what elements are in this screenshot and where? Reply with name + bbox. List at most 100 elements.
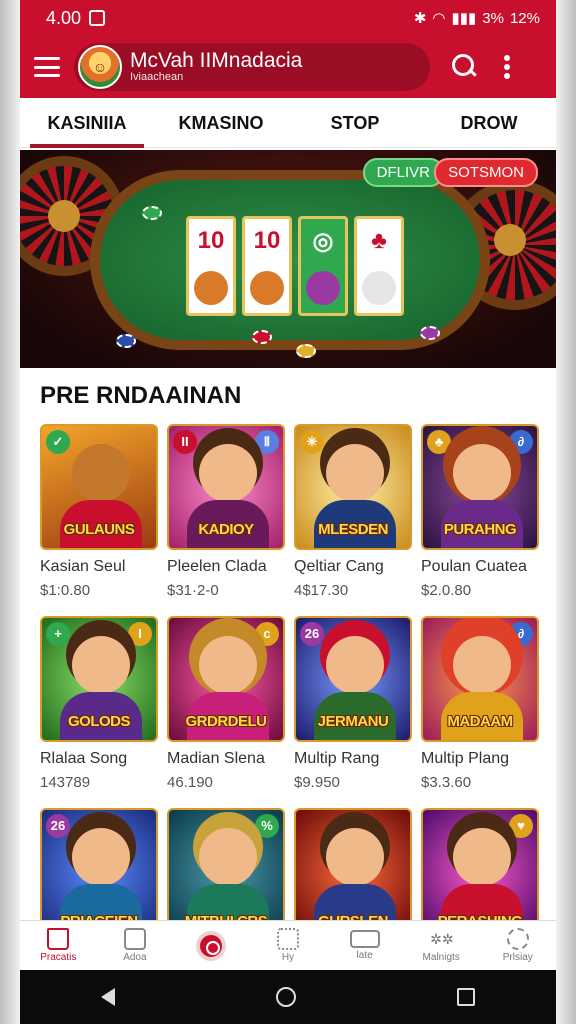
character-art <box>199 444 257 502</box>
nav-malnigts[interactable]: ✲✲ Malnigts <box>403 921 480 970</box>
game-tile[interactable]: II Ⅱ KADIOY Pleelen Clada $31·2-0 <box>167 424 285 599</box>
game-tile[interactable]: ♥ PERASHING <box>421 808 539 934</box>
game-thumbnail[interactable]: c GRDRDELU <box>167 616 285 742</box>
game-name: Qeltiar Cang <box>294 558 384 575</box>
ticket-icon <box>349 930 380 948</box>
system-navigation-bar <box>20 970 556 1024</box>
character-art <box>72 444 130 502</box>
game-name: Rlalaa Song <box>40 750 128 767</box>
game-price: $31·2-0 <box>167 582 219 599</box>
game-tile[interactable]: % MITBUI CRS <box>167 808 285 934</box>
chip-icon <box>116 334 136 348</box>
game-tile[interactable]: 26 JERMANU Multip Rang $9.950 <box>294 616 412 791</box>
app-logo: ☺ <box>78 45 122 89</box>
tab-kasiniia[interactable]: KASINIIA <box>20 98 154 148</box>
game-name: Pleelen Clada <box>167 558 267 575</box>
game-price: $9.950 <box>294 774 340 791</box>
game-thumbnail[interactable]: II Ⅱ KADIOY <box>167 424 285 550</box>
nav-late-label: late <box>356 950 373 961</box>
game-tile[interactable]: ✓ GULAUNS Kasian Seul $1:0.80 <box>40 424 158 599</box>
card-1: 10 <box>186 216 236 316</box>
game-tile[interactable]: + I GOLODS Rlalaa Song 143789 <box>40 616 158 791</box>
badge-icon: Ⅱ <box>255 430 279 454</box>
chip-icon <box>420 326 440 340</box>
clover-icon: ♣ <box>427 430 451 454</box>
game-logo-text: MLESDEN <box>318 521 388 538</box>
game-tile[interactable]: GURSLEN <box>294 808 412 934</box>
number-badge: 26 <box>300 622 324 646</box>
character-art <box>453 444 511 502</box>
game-price: $3.3.60 <box>421 774 472 791</box>
game-tile[interactable]: c GRDRDELU Madian Slena 46.190 <box>167 616 285 791</box>
tab-drow[interactable]: DROW <box>422 98 556 148</box>
nav-late[interactable]: late <box>326 921 403 970</box>
card-4-symbol: ♣ <box>371 227 387 254</box>
nav-hy[interactable]: Hy <box>250 921 327 970</box>
game-logo-text: JERMANU <box>317 713 389 730</box>
recents-icon[interactable] <box>457 988 476 1006</box>
character-art <box>326 828 384 886</box>
star-icon: ✳ <box>300 430 324 454</box>
game-logo-text: KADIOY <box>198 521 254 538</box>
bluetooth-icon: ✱ <box>413 10 427 27</box>
tab-kmasino[interactable]: KMASINO <box>154 98 288 148</box>
game-thumbnail[interactable]: ✓ GULAUNS <box>40 424 158 550</box>
number-badge: 26 <box>46 814 70 838</box>
search-icon[interactable] <box>452 54 478 80</box>
app-title-pill[interactable]: ☺ McVah IIMnadacia Iviaachean <box>74 43 430 91</box>
game-thumbnail[interactable]: % MITBUI CRS <box>167 808 285 934</box>
app-bar: ☺ McVah IIMnadacia Iviaachean <box>20 36 556 98</box>
game-tile[interactable]: ∂ MADAAM Multip Plang $3.3.60 <box>421 616 539 791</box>
nav-adoa-label: Adoa <box>123 952 147 963</box>
character-art <box>199 636 257 694</box>
game-name: Kasian Seul <box>40 558 126 575</box>
card-3: ◎ <box>298 216 348 316</box>
nav-center[interactable] <box>173 921 250 970</box>
chip-icon <box>252 330 272 344</box>
hamburger-menu-icon[interactable] <box>34 57 60 77</box>
game-tile[interactable]: ✳ MLESDEN Qeltiar Cang 4$17.30 <box>294 424 412 599</box>
character-art <box>453 828 511 886</box>
game-price: $2.0.80 <box>421 582 472 599</box>
app-subtitle: Iviaachean <box>130 71 184 84</box>
card-4: ♣ <box>354 216 404 316</box>
tab-stop[interactable]: STOP <box>288 98 422 148</box>
game-thumbnail[interactable]: + I GOLODS <box>40 616 158 742</box>
home-button-icon[interactable] <box>275 987 296 1007</box>
game-thumbnail[interactable]: ✳ MLESDEN <box>294 424 412 550</box>
notification-icon <box>89 10 106 26</box>
badge-icon: % <box>255 814 279 838</box>
game-logo-text: GRDRDELU <box>185 713 268 730</box>
status-time: 4.00 <box>46 7 82 28</box>
character-art <box>199 828 257 886</box>
game-tile[interactable]: ♣ ∂ PURAHNG Poulan Cuatea $2.0.80 <box>421 424 539 599</box>
game-thumbnail[interactable]: ♣ ∂ PURAHNG <box>421 424 539 550</box>
status-right-time: 12% <box>509 9 540 27</box>
nav-home[interactable]: Pracatis <box>20 921 97 970</box>
game-thumbnail[interactable]: 26 PRIACEIEN <box>40 808 158 934</box>
heart-icon: ♥ <box>509 814 533 838</box>
game-price: 46.190 <box>167 774 213 791</box>
nav-adoa[interactable]: Adoa <box>97 921 174 970</box>
game-name: Multip Plang <box>421 750 510 767</box>
more-options-icon[interactable] <box>504 55 510 79</box>
game-tile[interactable]: 26 PRIACEIEN <box>40 808 158 934</box>
chip-icon <box>296 344 316 358</box>
hero-banner[interactable]: 10 10 ◎ ♣ DFLIVR SOTSMON <box>20 150 556 368</box>
deliver-badge[interactable]: DFLIVR <box>362 158 444 187</box>
game-thumbnail[interactable]: ∂ MADAAM <box>421 616 539 742</box>
signal-icon: ▮▮▮ <box>451 10 477 27</box>
nav-prlsiay[interactable]: Prlsiay <box>479 921 556 970</box>
game-price: $1:0.80 <box>40 582 91 599</box>
game-logo-text: GULAUNS <box>63 521 135 538</box>
game-thumbnail[interactable]: 26 JERMANU <box>294 616 412 742</box>
bezel-right <box>556 0 576 1024</box>
screen: 4.00 ✱ ◠ ▮▮▮ 3% 12% ☺ McVah IIMnadacia I… <box>20 0 556 1024</box>
game-thumbnail[interactable]: GURSLEN <box>294 808 412 934</box>
sotsmon-badge[interactable]: SOTSMON <box>434 158 538 187</box>
nav-hy-label: Hy <box>281 952 295 963</box>
badge-icon: ∂ <box>509 430 533 454</box>
back-icon[interactable] <box>100 988 115 1006</box>
game-thumbnail[interactable]: ♥ PERASHING <box>421 808 539 934</box>
pause-icon: II <box>173 430 197 454</box>
